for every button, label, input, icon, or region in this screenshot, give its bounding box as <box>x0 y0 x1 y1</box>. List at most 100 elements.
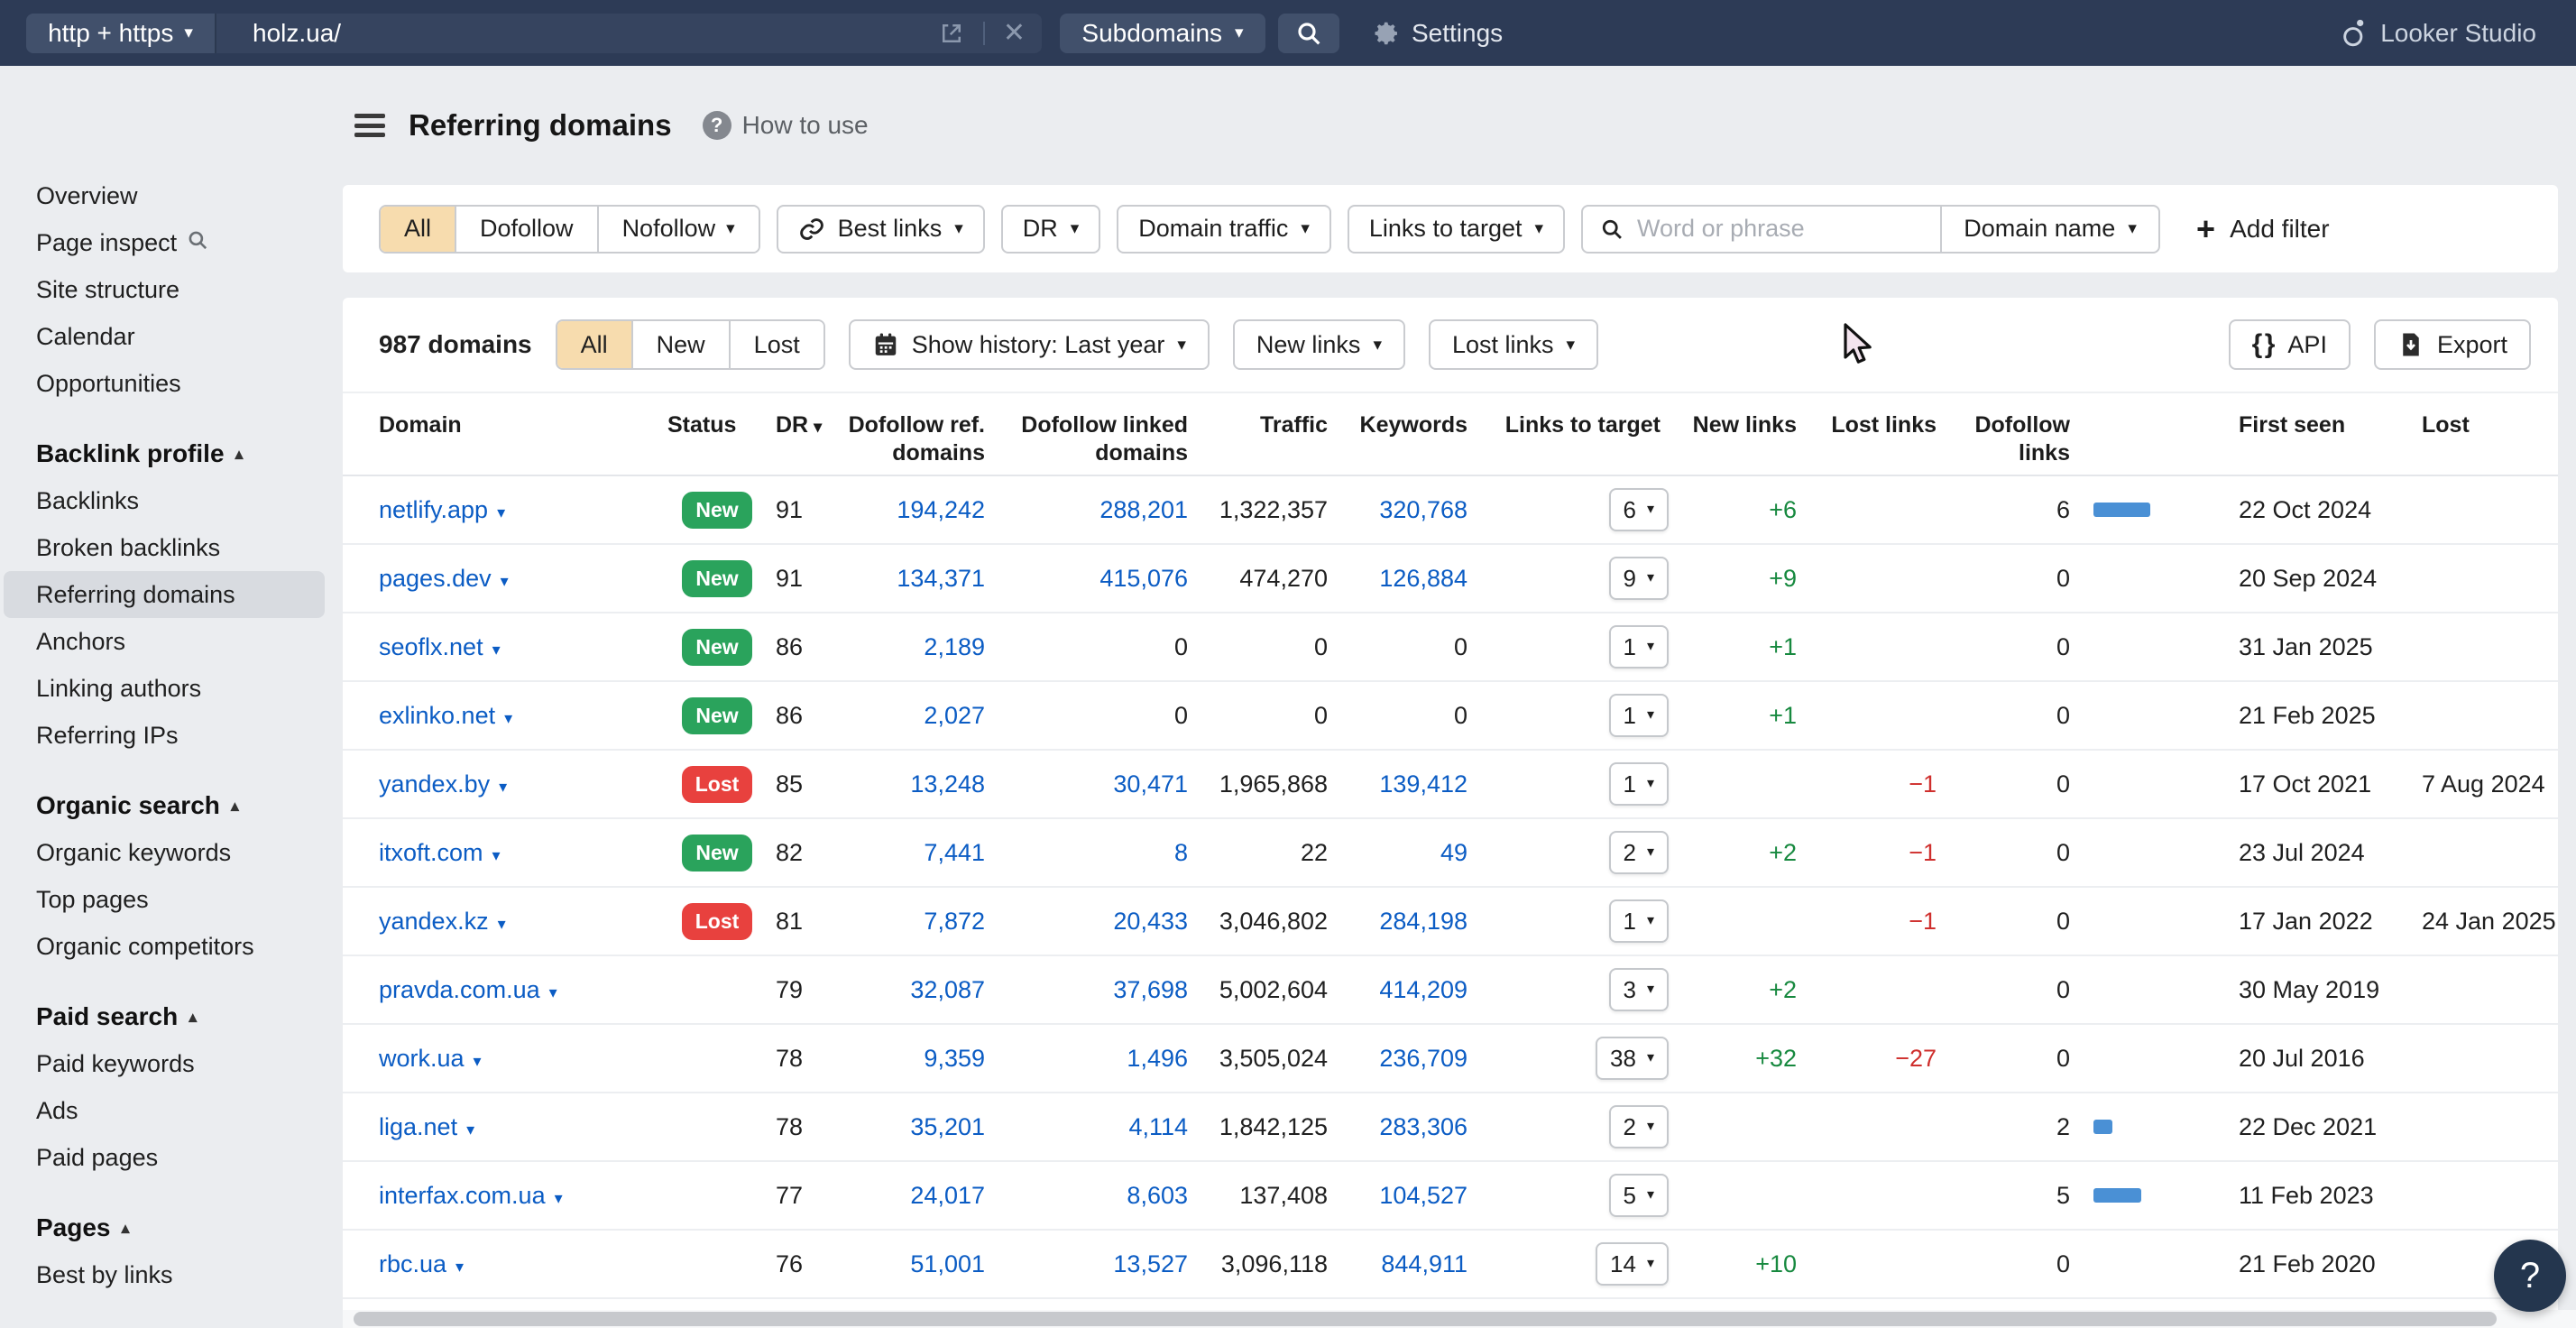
dofollow-ref-link[interactable]: 51,001 <box>910 1250 985 1277</box>
sidebar-item-referring-domains[interactable]: Referring domains <box>4 571 325 618</box>
target-url-input[interactable] <box>253 19 920 48</box>
links-to-target-select[interactable]: 5▾ <box>1609 1174 1670 1217</box>
links-to-target-select[interactable]: 1▾ <box>1609 899 1670 943</box>
chevron-down-icon[interactable]: ▾ <box>504 709 512 727</box>
column-header-dofollow-links[interactable]: Dofollow links <box>1944 411 2192 468</box>
column-header-keywords[interactable]: Keywords <box>1335 411 1475 439</box>
column-header-new-links[interactable]: New links <box>1669 411 1804 439</box>
chevron-down-icon[interactable]: ▾ <box>555 1189 563 1207</box>
domain-traffic-filter[interactable]: Domain traffic ▾ <box>1117 205 1331 254</box>
column-header-status[interactable]: Status <box>667 411 767 439</box>
dofollow-ref-link[interactable]: 2,027 <box>924 702 985 729</box>
tab-follow-dofollow[interactable]: Dofollow <box>455 207 597 252</box>
dofollow-linked-value[interactable]: 30,471 <box>1113 770 1188 798</box>
search-button[interactable] <box>1278 14 1339 53</box>
dofollow-ref-link[interactable]: 32,087 <box>910 976 985 1003</box>
dofollow-linked-value[interactable]: 37,698 <box>1113 976 1188 1003</box>
sidebar-section-paid-search[interactable]: Paid search▴ <box>0 993 343 1040</box>
dofollow-ref-link[interactable]: 2,189 <box>924 633 985 660</box>
tab-view-new[interactable]: New <box>631 321 729 368</box>
clear-icon[interactable]: ✕ <box>1003 20 1026 47</box>
sidebar-item-top-pages[interactable]: Top pages <box>0 876 343 923</box>
tab-view-lost[interactable]: Lost <box>729 321 823 368</box>
api-button[interactable]: { } API <box>2229 319 2351 370</box>
word-or-phrase-input[interactable] <box>1637 215 1908 243</box>
dofollow-linked-value[interactable]: 20,433 <box>1113 908 1188 935</box>
chevron-down-icon[interactable]: ▾ <box>499 778 507 796</box>
tab-view-all[interactable]: All <box>557 321 631 368</box>
how-to-use-link[interactable]: ? How to use <box>703 111 869 140</box>
sidebar-item-broken-backlinks[interactable]: Broken backlinks <box>0 524 343 571</box>
keywords-value[interactable]: 284,198 <box>1379 908 1467 935</box>
dofollow-ref-link[interactable]: 13,248 <box>910 770 985 798</box>
looker-studio-button[interactable]: Looker Studio <box>2341 0 2536 66</box>
sidebar-section-organic-search[interactable]: Organic search▴ <box>0 782 343 829</box>
lost-links-dropdown[interactable]: Lost links ▾ <box>1429 319 1598 370</box>
dofollow-ref-link[interactable]: 24,017 <box>910 1182 985 1209</box>
help-fab-button[interactable]: ? <box>2494 1240 2566 1312</box>
keywords-value[interactable]: 236,709 <box>1379 1045 1467 1072</box>
column-header-links-to-target[interactable]: Links to target <box>1475 411 1669 439</box>
dofollow-linked-value[interactable]: 8,603 <box>1127 1182 1188 1209</box>
links-to-target-select[interactable]: 3▾ <box>1609 968 1670 1011</box>
chevron-down-icon[interactable]: ▾ <box>455 1258 464 1276</box>
chevron-down-icon[interactable]: ▾ <box>497 503 505 521</box>
dofollow-ref-link[interactable]: 134,371 <box>897 565 985 592</box>
sidebar-section-pages[interactable]: Pages▴ <box>0 1204 343 1251</box>
sidebar-item-anchors[interactable]: Anchors <box>0 618 343 665</box>
links-to-target-select[interactable]: 14▾ <box>1596 1242 1669 1286</box>
dofollow-ref-link[interactable]: 7,441 <box>924 839 985 866</box>
sidebar-item-paid-keywords[interactable]: Paid keywords <box>0 1040 343 1087</box>
column-header-domain[interactable]: Domain <box>379 411 667 439</box>
column-header-traffic[interactable]: Traffic <box>1195 411 1335 439</box>
keywords-value[interactable]: 139,412 <box>1379 770 1467 798</box>
sidebar-item-linking-authors[interactable]: Linking authors <box>0 665 343 712</box>
domain-link[interactable]: pravda.com.ua <box>379 976 540 1003</box>
links-to-target-select[interactable]: 1▾ <box>1609 625 1670 669</box>
dr-filter[interactable]: DR ▾ <box>1001 205 1101 254</box>
column-header-lost[interactable]: Lost <box>2422 411 2531 439</box>
keywords-value[interactable]: 844,911 <box>1381 1250 1467 1277</box>
sidebar-item-opportunities[interactable]: Opportunities <box>0 360 343 407</box>
sidebar-item-organic-competitors[interactable]: Organic competitors <box>0 923 343 970</box>
tab-follow-all[interactable]: All <box>381 207 455 252</box>
links-to-target-select[interactable]: 1▾ <box>1609 762 1670 806</box>
settings-button[interactable]: Settings <box>1372 19 1503 48</box>
sidebar-item-ads[interactable]: Ads <box>0 1087 343 1134</box>
links-to-target-select[interactable]: 1▾ <box>1609 694 1670 737</box>
tab-follow-nofollow[interactable]: Nofollow▾ <box>597 207 759 252</box>
show-history-dropdown[interactable]: Show history: Last year ▾ <box>849 319 1210 370</box>
domain-link[interactable]: interfax.com.ua <box>379 1182 546 1209</box>
keywords-value[interactable]: 320,768 <box>1379 496 1467 523</box>
keywords-value[interactable]: 283,306 <box>1379 1113 1467 1140</box>
column-header-dofollow-ref-domains[interactable]: Dofollow ref. domains <box>830 411 992 468</box>
scope-dropdown[interactable]: Subdomains ▾ <box>1060 14 1265 53</box>
domain-link[interactable]: seoflx.net <box>379 633 483 660</box>
links-to-target-filter[interactable]: Links to target ▾ <box>1348 205 1565 254</box>
domain-link[interactable]: pages.dev <box>379 565 492 592</box>
keywords-value[interactable]: 49 <box>1440 839 1467 866</box>
links-to-target-select[interactable]: 38▾ <box>1596 1037 1669 1080</box>
dofollow-linked-value[interactable]: 415,076 <box>1099 565 1188 592</box>
export-button[interactable]: Export <box>2374 319 2531 370</box>
chevron-down-icon[interactable]: ▾ <box>474 1052 482 1070</box>
domain-link[interactable]: yandex.kz <box>379 908 489 935</box>
links-to-target-select[interactable]: 6▾ <box>1609 488 1670 531</box>
add-filter-button[interactable]: + Add filter <box>2196 213 2330 245</box>
links-to-target-select[interactable]: 9▾ <box>1609 557 1670 600</box>
chevron-down-icon[interactable]: ▾ <box>492 641 501 659</box>
chevron-down-icon[interactable]: ▾ <box>501 572 509 590</box>
new-links-dropdown[interactable]: New links ▾ <box>1233 319 1405 370</box>
sidebar-item-referring-ips[interactable]: Referring IPs <box>0 712 343 759</box>
dofollow-ref-link[interactable]: 9,359 <box>924 1045 985 1072</box>
dofollow-ref-link[interactable]: 7,872 <box>924 908 985 935</box>
domain-link[interactable]: liga.net <box>379 1113 457 1140</box>
column-header-lost-links[interactable]: Lost links <box>1804 411 1944 439</box>
sidebar-section-outgoing-links[interactable]: Outgoing links▴ <box>0 1322 343 1328</box>
domain-link[interactable]: exlinko.net <box>379 702 495 729</box>
domain-link[interactable]: work.ua <box>379 1045 465 1072</box>
protocol-dropdown[interactable]: http + https ▾ <box>26 14 216 53</box>
dofollow-linked-value[interactable]: 1,496 <box>1127 1045 1188 1072</box>
links-to-target-select[interactable]: 2▾ <box>1609 831 1670 874</box>
menu-toggle-icon[interactable] <box>354 114 385 137</box>
